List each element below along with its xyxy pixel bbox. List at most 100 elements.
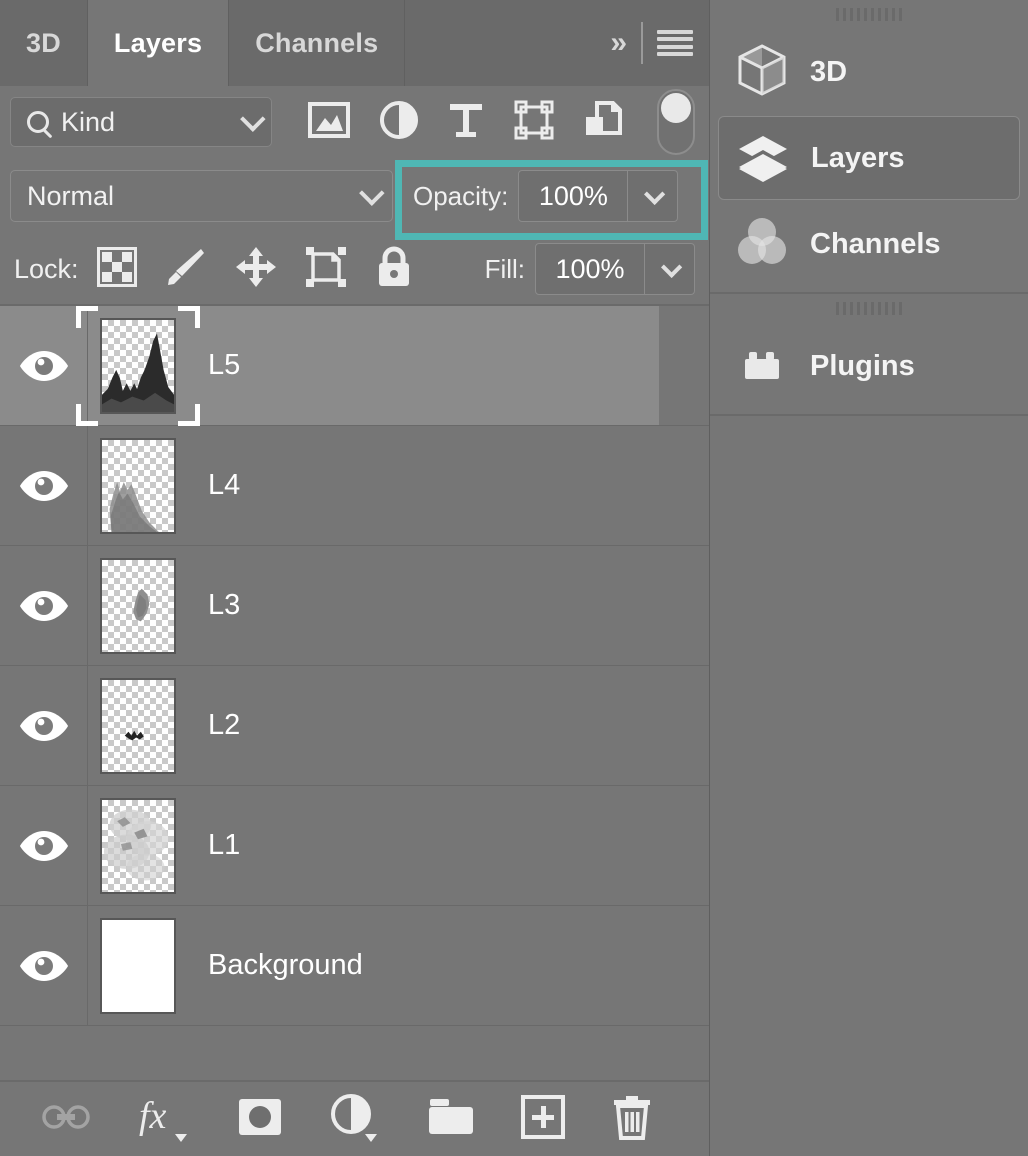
padlock-icon[interactable]	[375, 246, 413, 293]
sidebar-item-layers[interactable]: Layers	[718, 116, 1020, 200]
layer-name[interactable]: L3	[208, 589, 240, 622]
grip-line	[836, 301, 839, 315]
adjustment-half-circle-icon[interactable]	[379, 100, 419, 145]
fill-dropdown-button[interactable]	[644, 244, 694, 294]
plus-square-icon[interactable]	[521, 1094, 565, 1144]
trash-icon[interactable]	[611, 1094, 653, 1145]
layer-visibility-toggle[interactable]	[0, 426, 88, 545]
layer-thumbnail	[100, 437, 176, 534]
sidebar-item-3d[interactable]: 3D	[718, 30, 1020, 114]
layer-thumbnail-cell[interactable]	[88, 677, 188, 774]
layer-visibility-toggle[interactable]	[0, 786, 88, 905]
brush-icon[interactable]	[165, 246, 207, 293]
layer-name[interactable]: L1	[208, 829, 240, 862]
layer-thumbnail-cell[interactable]	[88, 917, 188, 1014]
folder-icon[interactable]	[427, 1097, 475, 1142]
photoshop-layers-panel-screen: 3D Layers Channels » Kind Normal Opacity…	[0, 0, 1028, 1156]
filter-enable-toggle[interactable]	[657, 89, 695, 155]
mask-icon[interactable]	[237, 1097, 283, 1142]
layer-row[interactable]: Background	[0, 906, 709, 1026]
filter-kind-select[interactable]: Kind	[10, 97, 272, 147]
tab-layers[interactable]: Layers	[87, 0, 230, 86]
grip-line	[843, 7, 846, 21]
link-icon[interactable]	[41, 1101, 91, 1138]
layer-row[interactable]: L4	[0, 426, 709, 546]
grip-line	[892, 7, 895, 21]
menu-line	[657, 51, 693, 56]
layer-row[interactable]: L2	[0, 666, 709, 786]
overflow-chevrons-icon[interactable]: »	[600, 28, 635, 58]
layer-body: Background	[88, 906, 659, 1025]
grip-line	[850, 301, 853, 315]
layer-row-trailing-gap	[659, 426, 709, 545]
fill-value[interactable]: 100%	[536, 244, 644, 294]
move-arrows-icon[interactable]	[235, 246, 277, 293]
panel-menu-icon[interactable]	[657, 28, 693, 58]
chevron-down-icon	[644, 183, 666, 205]
opacity-dropdown-button[interactable]	[627, 171, 677, 221]
fill-control: Fill: 100%	[485, 243, 695, 295]
chevron-down-icon	[661, 256, 683, 278]
type-t-icon[interactable]	[447, 100, 485, 145]
layer-thumbnail-cell[interactable]	[88, 557, 188, 654]
layer-name[interactable]: Background	[208, 949, 363, 982]
tab-3d[interactable]: 3D	[0, 0, 88, 86]
layer-visibility-toggle[interactable]	[0, 546, 88, 665]
layer-thumbnail-cell[interactable]	[88, 437, 188, 534]
grip-line	[885, 7, 888, 21]
dock-group-primary: 3D Layers Channels	[710, 0, 1028, 294]
layer-visibility-toggle[interactable]	[0, 666, 88, 785]
bracket-top-right	[178, 306, 200, 328]
chevron-down-icon	[240, 106, 266, 132]
eye-icon	[19, 590, 68, 621]
opacity-field[interactable]: 100%	[518, 170, 679, 222]
search-icon	[27, 111, 49, 133]
adjustment-half-circle-icon[interactable]	[329, 1092, 381, 1147]
grip-line	[857, 7, 860, 21]
image-icon[interactable]	[308, 101, 351, 144]
layer-name[interactable]: L5	[208, 349, 240, 382]
layer-row[interactable]: L1	[0, 786, 709, 906]
layer-thumbnail-cell[interactable]	[88, 797, 188, 894]
menu-line	[657, 44, 693, 49]
fill-field[interactable]: 100%	[535, 243, 695, 295]
menu-line	[657, 37, 693, 42]
layer-visibility-toggle[interactable]	[0, 906, 88, 1025]
sidebar-item-channels-label: Channels	[810, 227, 941, 260]
layer-thumbnail-cell[interactable]	[76, 306, 200, 426]
artboard-icon[interactable]	[305, 246, 347, 293]
layer-name[interactable]: L2	[208, 709, 240, 742]
layer-list: L5 L4 L3 L2 L1 Background	[0, 306, 709, 1080]
dock-group-grip[interactable]	[710, 0, 1028, 28]
layer-row-trailing-gap	[659, 666, 709, 785]
layer-body: L5	[76, 306, 659, 426]
dock-group-grip[interactable]	[710, 294, 1028, 322]
grip-line	[892, 301, 895, 315]
smart-object-icon[interactable]	[583, 99, 623, 146]
layer-thumbnail	[100, 917, 176, 1014]
opacity-value[interactable]: 100%	[519, 171, 627, 221]
layers-bottom-toolbar: fx	[0, 1080, 709, 1156]
fx-icon[interactable]: fx	[137, 1092, 191, 1147]
channels-circles-icon	[734, 214, 790, 275]
sidebar-item-3d-label: 3D	[810, 55, 848, 88]
blend-mode-select[interactable]: Normal	[10, 170, 393, 222]
sidebar-item-plugins[interactable]: Plugins	[718, 324, 1020, 408]
eye-icon	[19, 830, 68, 861]
cube-icon	[734, 42, 790, 103]
grip-line	[857, 301, 860, 315]
layer-name[interactable]: L4	[208, 469, 240, 502]
layer-row[interactable]: L5	[0, 306, 709, 426]
sidebar-item-channels[interactable]: Channels	[718, 202, 1020, 286]
grip-line	[885, 301, 888, 315]
lock-label: Lock:	[14, 253, 79, 284]
filter-type-buttons	[272, 99, 653, 146]
shape-bounding-box-icon[interactable]	[514, 100, 554, 145]
checkerboard-icon[interactable]	[95, 245, 138, 292]
layer-visibility-toggle[interactable]	[0, 306, 88, 425]
grip-line	[843, 301, 846, 315]
layer-row-trailing-gap	[659, 546, 709, 665]
blend-mode-row: Normal Opacity: 100%	[0, 158, 709, 240]
tab-channels[interactable]: Channels	[229, 0, 406, 86]
layer-row[interactable]: L3	[0, 546, 709, 666]
